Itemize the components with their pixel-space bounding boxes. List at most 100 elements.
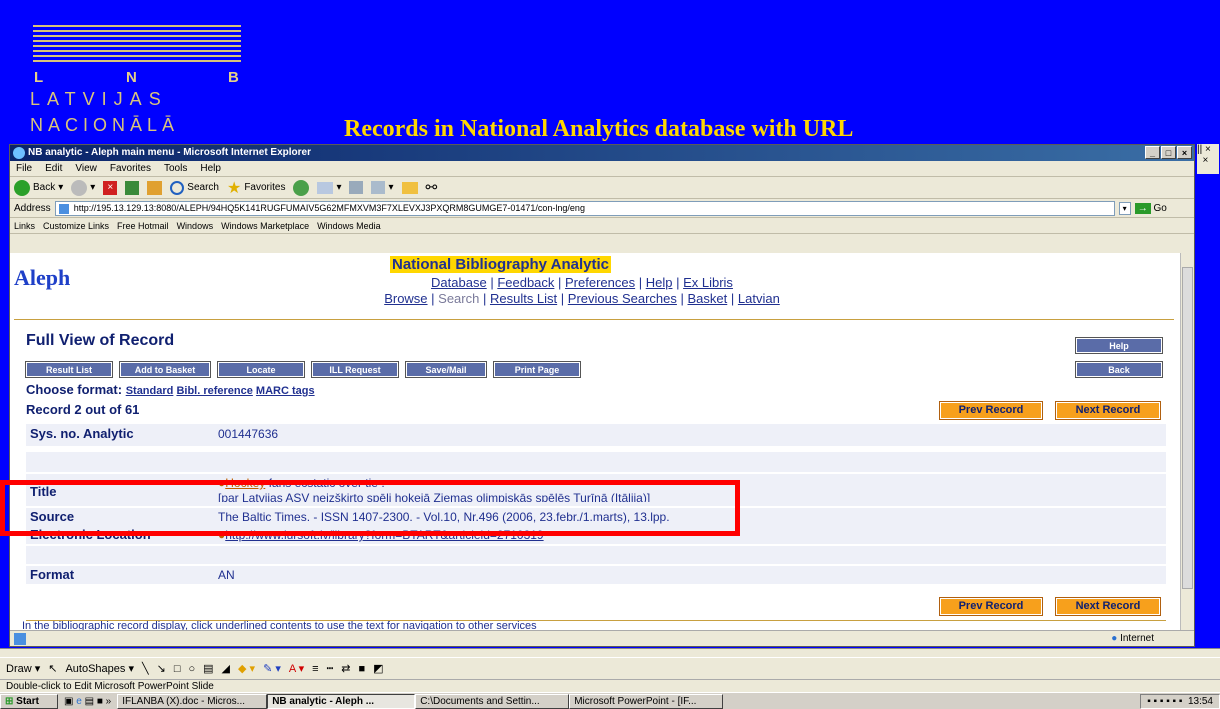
close-button[interactable]: × <box>1177 146 1192 159</box>
line-icon[interactable]: ╲ <box>142 662 149 675</box>
save-quicklaunch-icon[interactable]: ■ <box>97 696 103 707</box>
mail-button[interactable]: ▾ <box>317 181 341 194</box>
secondary-nav: Browse | Search | Results List | Previou… <box>384 291 780 306</box>
nav-help[interactable]: Help <box>646 275 673 290</box>
save-mail-button[interactable]: Save/Mail <box>405 361 487 378</box>
folder-quicklaunch-icon[interactable]: ▤ <box>85 696 94 707</box>
taskbar-powerpoint[interactable]: Microsoft PowerPoint - [IF... <box>569 693 724 709</box>
scroll-thumb[interactable] <box>1182 267 1193 589</box>
print-button[interactable] <box>349 181 364 194</box>
format-marc-tags[interactable]: MARC tags <box>256 385 315 397</box>
rectangle-icon[interactable]: □ <box>174 663 181 675</box>
address-url: http://195.13.129.13:8080/ALEPH/94HQ5K14… <box>73 202 585 213</box>
nav-feedback[interactable]: Feedback <box>497 275 554 290</box>
zone-label: Internet <box>1120 633 1154 644</box>
menu-tools[interactable]: Tools <box>164 163 187 174</box>
ill-request-button[interactable]: ILL Request <box>311 361 399 378</box>
3d-icon[interactable]: ◩ <box>373 662 383 675</box>
nav-results-list[interactable]: Results List <box>490 291 557 306</box>
prev-record-button-top[interactable]: Prev Record <box>939 401 1043 420</box>
logo-letter-l: L <box>34 69 44 86</box>
aleph-logo[interactable]: Aleph <box>14 265 70 291</box>
draw-menu[interactable]: Draw ▾ <box>6 662 40 675</box>
home-button[interactable] <box>147 180 163 195</box>
page-vertical-scrollbar[interactable] <box>1180 253 1194 632</box>
logo-letter-n: N <box>126 69 137 86</box>
link-customize[interactable]: Customize Links <box>43 221 109 231</box>
nav-exlibris[interactable]: Ex Libris <box>683 275 733 290</box>
menu-edit[interactable]: Edit <box>45 163 62 174</box>
line-style-icon[interactable]: ≡ <box>312 663 318 675</box>
back-button[interactable]: Back ▾ <box>14 179 63 196</box>
search-button[interactable]: Search <box>170 180 219 195</box>
help-button[interactable]: Help <box>1075 337 1163 354</box>
tray-icons[interactable]: ▪ ▪ ▪ ▪ ▪ ▪ <box>1147 696 1182 707</box>
select-arrow-icon[interactable]: ↖ <box>48 662 57 675</box>
link-media[interactable]: Windows Media <box>317 221 381 231</box>
next-record-button-top[interactable]: Next Record <box>1055 401 1161 420</box>
taskbar-explorer[interactable]: C:\Documents and Settin... <box>415 693 570 709</box>
windows-logo-icon: ⊞ <box>5 695 14 707</box>
menu-favorites[interactable]: Favorites <box>110 163 151 174</box>
refresh-button[interactable] <box>125 180 140 195</box>
nav-latvian[interactable]: Latvian <box>738 291 780 306</box>
start-button[interactable]: ⊞ Start <box>0 693 58 709</box>
arrow-style-icon[interactable]: ⇄ <box>341 662 350 675</box>
page-status-icon <box>14 633 26 645</box>
textbox-icon[interactable]: ▤ <box>203 662 213 675</box>
oval-icon[interactable]: ○ <box>188 663 195 675</box>
back-page-button[interactable]: Back <box>1075 361 1163 378</box>
menu-view[interactable]: View <box>75 163 97 174</box>
home-icon <box>147 180 163 195</box>
autoshapes-menu[interactable]: AutoShapes ▾ <box>65 662 134 675</box>
format-bibl-reference[interactable]: Bibl. reference <box>176 385 252 397</box>
nav-basket[interactable]: Basket <box>688 291 728 306</box>
link-marketplace[interactable]: Windows Marketplace <box>221 221 309 231</box>
address-input[interactable]: http://195.13.129.13:8080/ALEPH/94HQ5K14… <box>54 200 1115 216</box>
media-icon <box>293 179 310 196</box>
result-list-button[interactable]: Result List <box>25 361 113 378</box>
favorites-button[interactable]: ★ Favorites <box>227 178 285 198</box>
taskbar-ie[interactable]: NB analytic - Aleph ... <box>267 693 416 709</box>
forward-button[interactable]: ▾ <box>71 179 95 196</box>
nav-preferences[interactable]: Preferences <box>565 275 635 290</box>
ppt-view-strip <box>0 648 1220 657</box>
next-record-button-bottom[interactable]: Next Record <box>1055 597 1161 616</box>
minimize-button[interactable]: _ <box>1145 146 1160 159</box>
maximize-button[interactable]: □ <box>1161 146 1176 159</box>
add-to-basket-button[interactable]: Add to Basket <box>119 361 211 378</box>
folder-button[interactable] <box>401 181 418 194</box>
locate-button[interactable]: Locate <box>217 361 305 378</box>
stop-button[interactable]: × <box>103 180 118 195</box>
logo-word-nacionala: NACIONĀLĀ <box>30 115 180 135</box>
nav-database[interactable]: Database <box>431 275 487 290</box>
media-button[interactable] <box>293 179 310 196</box>
nav-search[interactable]: Search <box>438 291 479 306</box>
format-standard[interactable]: Standard <box>126 385 174 397</box>
nav-previous-searches[interactable]: Previous Searches <box>568 291 677 306</box>
back-arrow-icon <box>14 179 30 196</box>
wordart-icon[interactable]: ◢ <box>222 662 230 675</box>
print-page-button[interactable]: Print Page <box>493 361 581 378</box>
ie-quicklaunch-icon[interactable]: e <box>76 696 82 707</box>
research-button[interactable]: ⚯ <box>426 179 438 196</box>
nav-browse[interactable]: Browse <box>384 291 427 306</box>
dash-style-icon[interactable]: ┅ <box>327 662 334 675</box>
menu-file[interactable]: File <box>16 163 32 174</box>
go-button[interactable]: → Go <box>1134 202 1167 214</box>
taskbar-word[interactable]: IFLANBA (X).doc - Micros... <box>117 693 268 709</box>
link-windows[interactable]: Windows <box>177 221 214 231</box>
window-title: NB analytic - Aleph main menu - Microsof… <box>28 147 312 158</box>
arrow-icon[interactable]: ↘ <box>157 662 166 675</box>
desktop-icon[interactable]: ▣ <box>64 696 73 707</box>
shadow-icon[interactable]: ■ <box>358 663 365 675</box>
address-dropdown-icon[interactable]: ▾ <box>1118 201 1131 215</box>
fill-color-icon[interactable]: ◆ ▾ <box>238 662 255 675</box>
line-color-icon[interactable]: ✎ ▾ <box>263 662 281 675</box>
stop-icon: × <box>103 180 118 195</box>
font-color-icon[interactable]: A ▾ <box>289 662 304 675</box>
link-hotmail[interactable]: Free Hotmail <box>117 221 169 231</box>
menu-help[interactable]: Help <box>200 163 221 174</box>
edit-button[interactable]: ▾ <box>371 181 394 194</box>
prev-record-button-bottom[interactable]: Prev Record <box>939 597 1043 616</box>
